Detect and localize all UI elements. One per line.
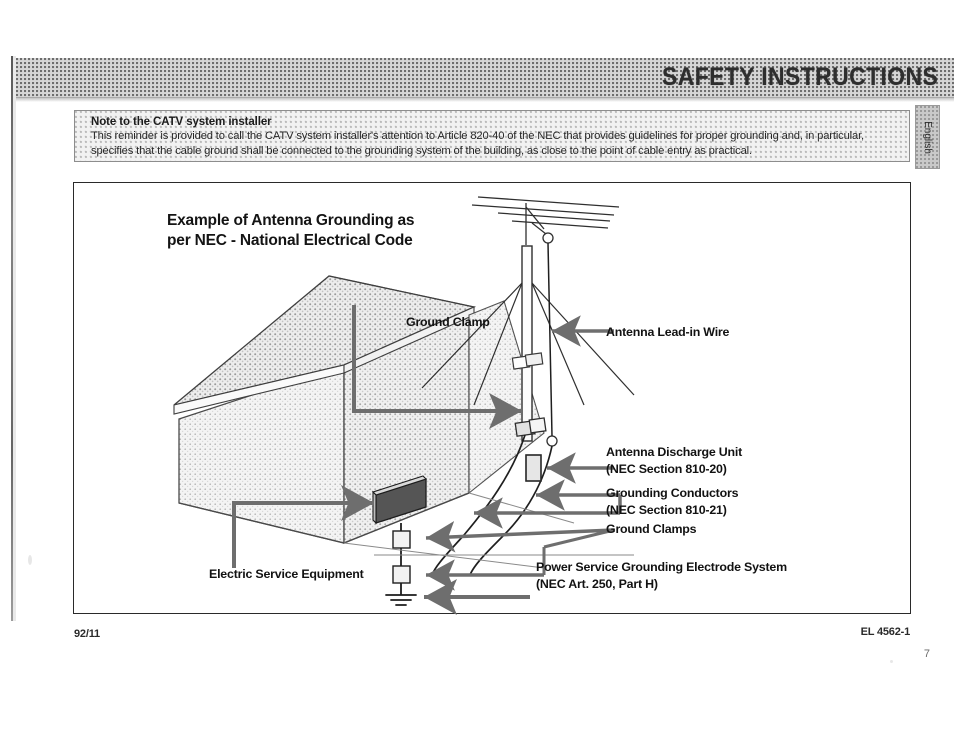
- scan-speck: [890, 660, 893, 663]
- antenna-mast: [521, 245, 533, 442]
- header-band: SAFETY INSTRUCTIONS: [16, 58, 954, 102]
- label-grounding-conductors-sub: (NEC Section 810-21): [606, 502, 727, 517]
- page-number: 7: [923, 648, 930, 660]
- page-gutter-shadow: [13, 56, 16, 621]
- label-antenna-discharge-unit-sub: (NEC Section 810-20): [606, 461, 727, 476]
- footer-left-code: 92/11: [74, 628, 100, 640]
- label-ground-clamp: Ground Clamp: [406, 315, 490, 329]
- label-grounding-conductors: Grounding Conductors (NEC Section 810-21…: [606, 485, 738, 518]
- ground-clamp-upper: [392, 530, 411, 549]
- label-power-service-grounding: Power Service Grounding Electrode System…: [536, 559, 787, 592]
- antenna-grounding-diagram-frame: Example of Antenna Grounding as per NEC …: [73, 182, 911, 615]
- label-antenna-discharge-unit-main: Antenna Discharge Unit: [606, 445, 743, 459]
- label-antenna-lead-in-wire: Antenna Lead-in Wire: [606, 325, 730, 339]
- note-line-1: This reminder is provided to call the CA…: [91, 130, 864, 142]
- label-grounding-conductors-main: Grounding Conductors: [606, 486, 739, 500]
- antenna-grounding-illustration: [173, 196, 635, 615]
- label-power-service-grounding-main: Power Service Grounding Electrode System: [536, 560, 787, 574]
- scan-speck: [28, 555, 32, 565]
- label-ground-clamps: Ground Clamps: [606, 522, 697, 536]
- language-tab-english: English: [915, 105, 940, 169]
- earth-ground-symbol: [385, 594, 417, 606]
- label-electric-service-equipment: Electric Service Equipment: [209, 567, 364, 581]
- label-power-service-grounding-sub: (NEC Art. 250, Part H): [536, 576, 658, 591]
- antenna-lead-in-wire: [547, 242, 553, 437]
- catv-installer-note-box: Note to the CATV system installer This r…: [74, 110, 910, 162]
- antenna-lead-anchor: [542, 232, 554, 244]
- label-antenna-discharge-unit: Antenna Discharge Unit (NEC Section 810-…: [606, 444, 742, 477]
- ground-clamp-lower: [392, 565, 411, 584]
- page-title: SAFETY INSTRUCTIONS: [661, 63, 938, 91]
- lead-in-standoff: [546, 435, 558, 447]
- language-tab-label: English: [922, 120, 933, 154]
- note-line-2: specifies that the cable ground shall be…: [91, 144, 752, 157]
- note-title: Note to the CATV system installer: [91, 116, 272, 128]
- scanned-manual-page: SAFETY INSTRUCTIONS English Note to the …: [0, 0, 954, 741]
- footer-right-code: EL 4562-1: [860, 626, 911, 638]
- antenna-discharge-unit: [525, 454, 542, 482]
- page-gutter-edge: [11, 56, 13, 621]
